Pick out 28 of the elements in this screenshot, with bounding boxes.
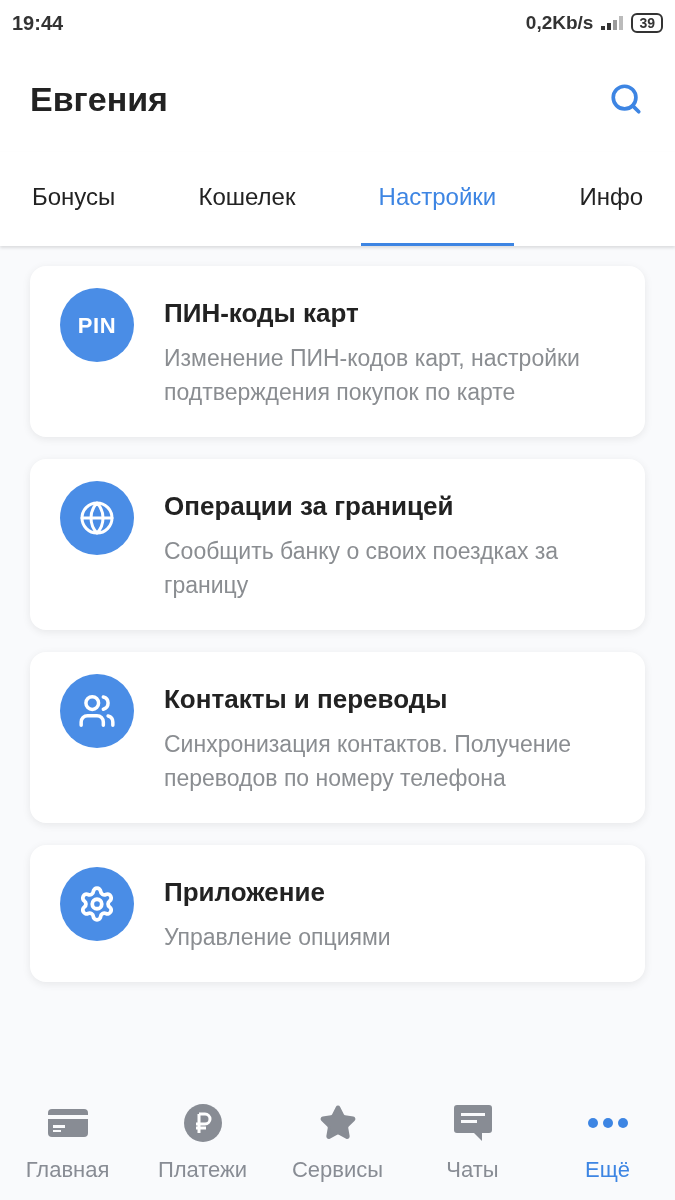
tab[interactable]: Кошелек [180,169,314,246]
chat-icon [453,1105,492,1141]
ruble-icon [183,1104,222,1142]
card-description: Синхронизация контактов. Получение переводов по номеру телефона [164,730,573,793]
signal-icon [601,16,624,30]
nav-item[interactable]: Ещё [547,1103,668,1186]
tab[interactable]: Настройки [360,169,515,246]
status-time: 19:44 [12,11,64,36]
tab[interactable]: Инфо [561,169,661,246]
settings-card[interactable]: Контакты и переводы Синхронизация контактов. Получение переводов по номеру телефона [30,652,645,823]
card-title: Контакты и переводы [164,683,449,716]
card-description: Изменение ПИН-кодов карт, настройки подтверждения покупок по карте [164,344,581,407]
page-title: Евгения [30,78,168,120]
settings-card[interactable]: Приложение Управление опциями [30,845,645,982]
card-description: Сообщить банку о своих поездках за границу [164,537,560,600]
star-icon [318,1104,357,1142]
card-title: Операции за границей [164,490,455,523]
card-icon [47,1109,88,1137]
pin-icon: PIN [60,288,134,362]
network-speed: 0,2Kb/s [525,10,594,35]
card-description: Управление опциями [164,923,391,952]
settings-card[interactable]: PIN ПИН-коды карт Изменение ПИН-кодов карт, настройки подтверждения покупок по карте [30,266,645,437]
settings-card[interactable]: Операции за границей Сообщить банку о своих поездках за границу [30,459,645,630]
more-icon [587,1118,628,1128]
card-title: ПИН-коды карт [164,297,360,330]
tab[interactable]: Бонусы [14,169,134,246]
battery-indicator: 39 [631,13,663,33]
card-title: Приложение [164,876,326,909]
